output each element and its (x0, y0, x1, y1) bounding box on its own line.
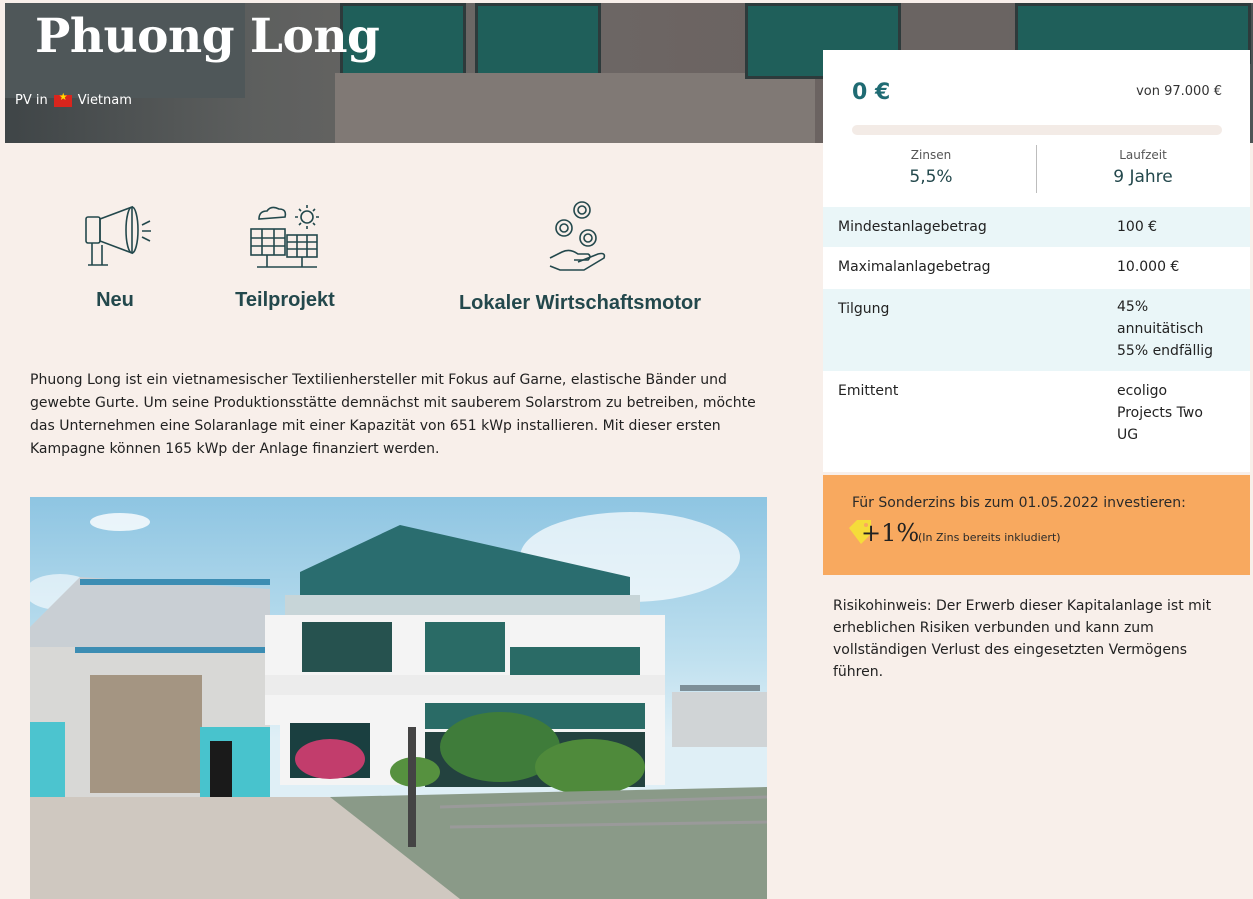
megaphone-icon (85, 205, 151, 266)
detail-value-line: Projects Two (1117, 405, 1203, 421)
term-stat: Laufzeit 9 Jahre (1043, 148, 1243, 187)
funding-target: von 97.000 € (1136, 84, 1222, 99)
feature-label: Lokaler Wirtschaftsmotor (458, 292, 702, 314)
detail-value: 10.000 € (1117, 259, 1180, 275)
detail-row-repayment: Tilgung 45% annuitätisch 55% endfällig (823, 289, 1250, 371)
detail-key: Maximalanlagebetrag (838, 259, 991, 275)
building-balcony (335, 73, 815, 143)
detail-value: 45% annuitätisch 55% endfällig (1117, 296, 1213, 362)
project-location: PV in Vietnam (15, 92, 132, 109)
term-label: Laufzeit (1119, 148, 1167, 162)
detail-value-line: annuitätisch (1117, 321, 1204, 337)
interest-value: 5,5% (909, 167, 953, 187)
term-value: 9 Jahre (1113, 167, 1173, 187)
detail-value-line: UG (1117, 427, 1139, 443)
interest-stat: Zinsen 5,5% (831, 148, 1031, 187)
vietnam-flag-icon (53, 92, 72, 107)
interest-label: Zinsen (910, 148, 952, 162)
detail-value: 100 € (1117, 219, 1158, 235)
investment-card: 0 € von 97.000 € Zinsen 5,5% Laufzeit 9 … (823, 50, 1250, 472)
feature-label: Teilprojekt (235, 289, 335, 311)
project-description: Phuong Long ist ein vietnamesischer Text… (30, 372, 756, 457)
feature-label: Neu (96, 289, 134, 311)
page-title: Phuong Long (35, 9, 380, 64)
location-prefix: PV in (15, 93, 48, 108)
feature-new: Neu (60, 205, 170, 312)
detail-value-line: ecoligo (1117, 383, 1168, 399)
bonus-text: Für Sonderzins bis zum 01.05.2022 invest… (852, 495, 1186, 511)
bonus-percent: +1% (861, 519, 920, 547)
detail-key: Mindestanlagebetrag (838, 219, 987, 235)
country-name: Vietnam (77, 93, 132, 108)
detail-key: Tilgung (838, 301, 890, 317)
bonus-note: (In Zins bereits inkludiert) (918, 531, 1061, 544)
funded-amount: 0 € (852, 80, 891, 105)
building-window (475, 3, 601, 79)
detail-key: Emittent (838, 383, 899, 399)
factory-building-image (30, 512, 767, 899)
detail-value-line: 45% (1117, 299, 1149, 315)
risk-notice: Risikohinweis: Der Erwerb dieser Kapital… (833, 598, 1212, 680)
feature-local-economy: Lokaler Wirtschaftsmotor (425, 200, 735, 315)
funding-progress-bar (852, 125, 1222, 135)
bonus-interest-box: Für Sonderzins bis zum 01.05.2022 invest… (823, 475, 1250, 575)
detail-row-min-investment: Mindestanlagebetrag 100 € (823, 207, 1250, 247)
hand-coins-icon (549, 201, 606, 271)
detail-row-issuer: Emittent ecoligo Projects Two UG (823, 371, 1250, 472)
stat-divider (1036, 145, 1037, 193)
solar-panel-sun-icon (250, 205, 319, 268)
detail-value: ecoligo Projects Two UG (1117, 380, 1203, 446)
feature-subproject: Teilprojekt (215, 205, 355, 312)
detail-value-line: 55% endfällig (1117, 343, 1214, 359)
detail-row-max-investment: Maximalanlagebetrag 10.000 € (823, 247, 1250, 289)
project-photo (30, 497, 767, 899)
